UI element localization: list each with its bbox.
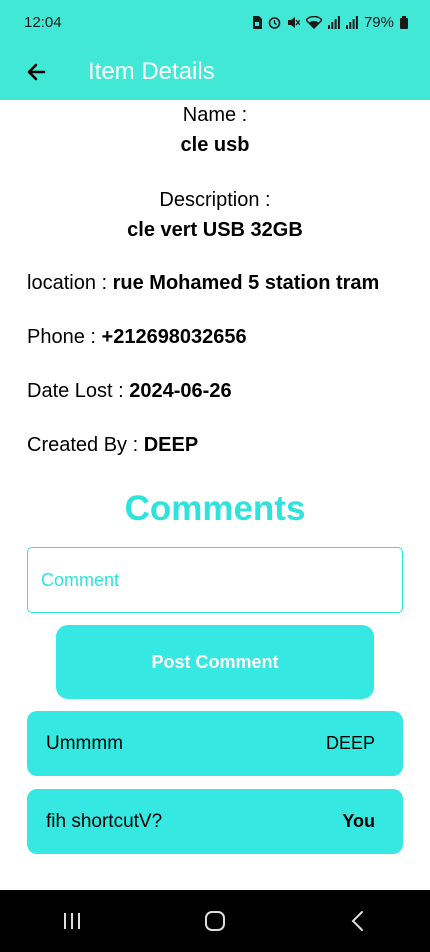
comment-input[interactable] — [27, 547, 403, 613]
location-value: rue Mohamed 5 station tram — [112, 272, 380, 294]
recent-apps-icon — [63, 913, 80, 929]
comment-text: Ummmm — [46, 732, 124, 754]
location-row: location : rue Mohamed 5 station tram — [0, 269, 379, 297]
comment-author: DEEP — [325, 733, 375, 753]
created-by-row: Created By : DEEP — [0, 431, 198, 459]
signal-icon — [345, 15, 358, 29]
name-label: Name : — [182, 104, 248, 126]
battery-icon — [400, 15, 408, 29]
arrow-left-icon — [27, 63, 46, 81]
back-icon — [351, 911, 364, 931]
status-icons: 79% — [252, 14, 408, 31]
battery-percent: 79% — [363, 13, 394, 31]
created-by-label: Created By : — [27, 434, 144, 456]
status-bar: 12:04 79% — [0, 0, 430, 44]
status-time: 12:04 — [24, 13, 62, 31]
home-button[interactable] — [185, 896, 245, 946]
name-block: Name : cle usb — [0, 100, 430, 160]
phone-value: +212698032656 — [101, 326, 247, 348]
sim-icon — [252, 15, 262, 29]
alarm-icon — [268, 16, 281, 29]
mute-icon — [287, 16, 300, 28]
page-title: Item Details — [88, 58, 215, 85]
location-label: location : — [27, 272, 113, 294]
wifi-icon — [305, 15, 322, 29]
home-icon — [204, 911, 225, 931]
comment-item: fih shortcutV? You — [27, 789, 403, 854]
description-label: Description : — [159, 189, 271, 211]
signal-icon — [327, 15, 340, 29]
post-comment-button[interactable]: Post Comment — [56, 625, 374, 699]
date-lost-row: Date Lost : 2024-06-26 — [0, 377, 232, 405]
date-lost-label: Date Lost : — [27, 380, 130, 402]
description-block: Description : cle vert USB 32GB — [0, 185, 430, 245]
comment-text: fih shortcutV? — [46, 810, 163, 832]
phone-label: Phone : — [27, 326, 102, 348]
date-lost-value: 2024-06-26 — [129, 380, 232, 402]
nav-back-button[interactable] — [328, 896, 388, 946]
comment-author: You — [342, 811, 375, 831]
back-button[interactable] — [8, 44, 64, 100]
created-by-value: DEEP — [143, 434, 199, 456]
recent-apps-button[interactable] — [42, 896, 102, 946]
description-value: cle vert USB 32GB — [127, 219, 303, 241]
comments-heading: Comments — [124, 489, 306, 528]
system-nav-bar — [0, 890, 430, 952]
name-value: cle usb — [180, 134, 250, 156]
app-bar: Item Details — [0, 44, 430, 100]
phone-row: Phone : +212698032656 — [0, 323, 247, 351]
comment-item: Ummmm DEEP — [27, 711, 403, 776]
